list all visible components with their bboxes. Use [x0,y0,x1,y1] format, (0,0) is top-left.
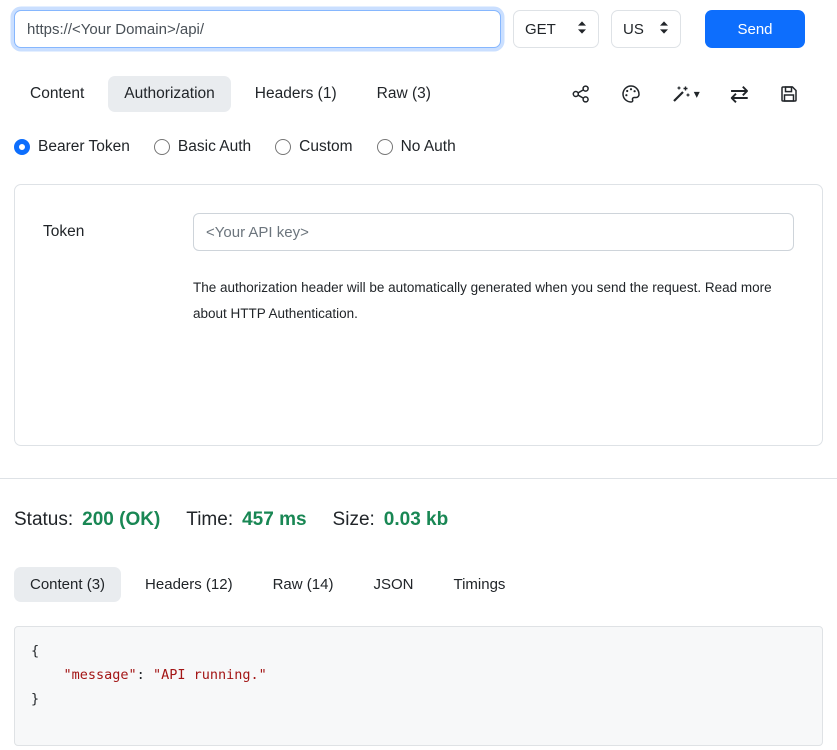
tab-response-headers[interactable]: Headers (12) [129,567,249,602]
token-help-text: The authorization header will be automat… [193,275,775,326]
swap-arrows-icon[interactable]: ⇄ [730,84,749,104]
time-value: 457 ms [242,509,306,531]
api-client-page: GET US Send Content Authorization Header… [0,0,837,746]
method-select[interactable]: GET [513,10,599,48]
json-line: { [31,639,806,663]
tab-response-content[interactable]: Content (3) [14,567,121,602]
auth-option-label: Basic Auth [178,138,251,156]
tab-response-raw[interactable]: Raw (14) [257,567,350,602]
auth-type-options: Bearer Token Basic Auth Custom No Auth [14,138,823,156]
method-select-value: GET [525,21,556,38]
radio-unchecked-icon[interactable] [154,139,170,155]
token-label: Token [43,223,193,241]
auth-option-no-auth[interactable]: No Auth [377,138,456,156]
magic-wand-icon[interactable]: ▾ [671,84,700,104]
radio-checked-icon[interactable] [14,139,30,155]
tab-response-timings[interactable]: Timings [437,567,521,602]
response-status-bar: Status: 200 (OK) Time: 457 ms Size: 0.03… [14,509,823,531]
response-body: { "message": "API running."} [14,626,823,746]
region-select-value: US [623,21,644,38]
tab-response-json[interactable]: JSON [357,567,429,602]
size-value: 0.03 kb [384,509,448,531]
tab-headers[interactable]: Headers (1) [239,76,353,112]
time-label: Time: [186,509,233,531]
radio-unchecked-icon[interactable] [275,139,291,155]
up-down-caret-icon [659,20,669,39]
response-tabs: Content (3) Headers (12) Raw (14) JSON T… [14,567,823,602]
request-tabs: Content Authorization Headers (1) Raw (3… [14,76,823,112]
up-down-caret-icon [577,20,587,39]
palette-icon[interactable] [621,84,641,104]
tab-raw[interactable]: Raw (3) [361,76,447,112]
region-select[interactable]: US [611,10,681,48]
auth-option-custom[interactable]: Custom [275,138,352,156]
auth-option-bearer-token[interactable]: Bearer Token [14,138,130,156]
status-value: 200 (OK) [82,509,160,531]
radio-unchecked-icon[interactable] [377,139,393,155]
chevron-down-icon: ▾ [694,87,700,101]
json-line: "message": "API running." [31,663,806,687]
json-key: "message" [64,667,137,683]
auth-option-label: Custom [299,138,352,156]
request-toolbar: ▾ ⇄ [571,84,823,104]
save-icon[interactable] [779,84,799,104]
send-button[interactable]: Send [705,10,805,48]
token-input[interactable] [193,213,794,251]
share-icon[interactable] [571,84,591,104]
auth-option-basic-auth[interactable]: Basic Auth [154,138,251,156]
size-label: Size: [333,509,375,531]
tab-authorization[interactable]: Authorization [108,76,230,112]
auth-option-label: No Auth [401,138,456,156]
auth-option-label: Bearer Token [38,138,130,156]
request-bar: GET US Send [14,10,823,48]
tab-content[interactable]: Content [14,76,100,112]
section-divider [0,478,837,479]
json-line: } [31,687,806,711]
status-label: Status: [14,509,73,531]
url-input[interactable] [14,10,501,48]
token-panel: Token The authorization header will be a… [14,184,823,446]
json-string-value: "API running." [153,667,267,683]
